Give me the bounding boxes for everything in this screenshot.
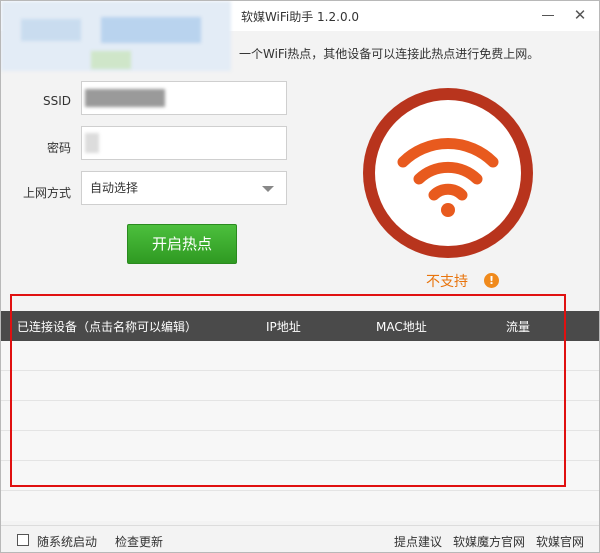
table-row[interactable] — [1, 371, 599, 401]
chevron-down-icon — [262, 186, 274, 192]
wifi-status-ring — [363, 88, 533, 258]
ssid-label: SSID — [42, 94, 71, 108]
start-hotspot-button[interactable]: 开启热点 — [127, 224, 237, 264]
feedback-link[interactable]: 提点建议 — [394, 533, 442, 550]
devices-table-body — [1, 341, 599, 521]
table-row[interactable] — [1, 461, 599, 491]
column-ip[interactable]: IP地址 — [266, 318, 301, 335]
mode-select[interactable]: 自动选择 — [81, 171, 287, 205]
column-device[interactable]: 已连接设备（点击名称可以编辑） — [17, 318, 197, 335]
table-row[interactable] — [1, 431, 599, 461]
mode-select-value: 自动选择 — [90, 181, 139, 195]
password-label: 密码 — [46, 141, 71, 155]
table-row[interactable] — [1, 341, 599, 371]
autostart-checkbox[interactable] — [17, 534, 29, 546]
status-text: 不支持 — [426, 274, 468, 290]
wifi-status-face — [375, 100, 521, 246]
close-icon[interactable]: ✕ — [567, 3, 593, 27]
check-update-link[interactable]: 检查更新 — [115, 533, 163, 550]
ruanmei-site-link[interactable]: 软媒官网 — [536, 533, 584, 550]
obscured-area — [91, 51, 131, 69]
obscured-area — [85, 133, 99, 153]
obscured-area — [21, 19, 81, 41]
warning-icon[interactable]: ! — [484, 273, 499, 288]
column-traffic[interactable]: 流量 — [506, 318, 530, 335]
wifi-icon — [397, 138, 499, 217]
devices-table-header: 已连接设备（点击名称可以编辑） IP地址 MAC地址 流量 — [1, 311, 599, 341]
mofang-site-link[interactable]: 软媒魔方官网 — [453, 533, 525, 550]
mode-label: 上网方式 — [22, 186, 71, 200]
password-input[interactable] — [81, 126, 287, 160]
obscured-area — [101, 17, 201, 43]
table-row[interactable] — [1, 401, 599, 431]
minimize-icon[interactable] — [535, 3, 561, 27]
column-mac[interactable]: MAC地址 — [376, 318, 427, 335]
app-window: 软媒WiFi助手 1.2.0.0 ✕ 一个WiFi热点，其他设备可以连接此热点进… — [0, 0, 600, 553]
obscured-area — [85, 89, 165, 107]
autostart-label[interactable]: 随系统启动 — [37, 533, 97, 550]
footer-bar: 随系统启动 检查更新 提点建议 软媒魔方官网 软媒官网 — [1, 525, 599, 552]
tagline: 一个WiFi热点，其他设备可以连接此热点进行免费上网。 — [239, 47, 540, 61]
